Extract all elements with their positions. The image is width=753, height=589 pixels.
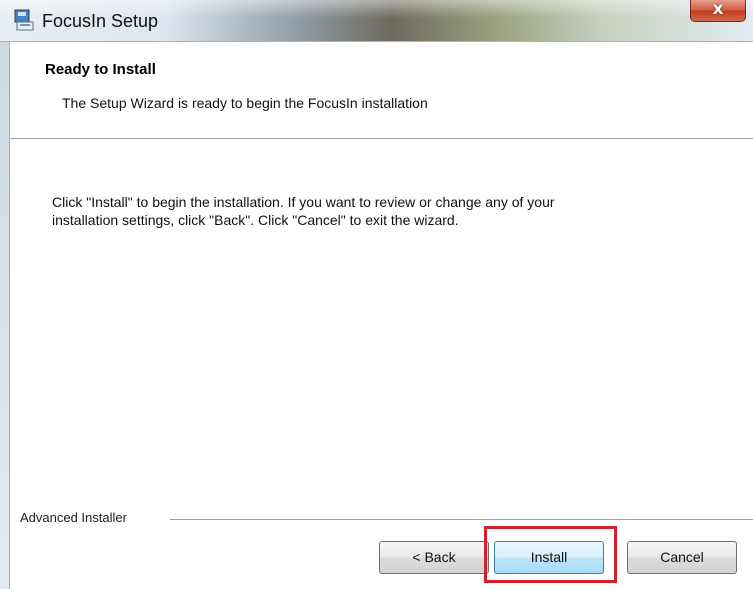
title-bar[interactable]: FocusIn Setup x xyxy=(0,0,753,42)
window-frame-left xyxy=(0,42,10,589)
close-button[interactable]: x xyxy=(690,0,746,22)
page-title: Ready to Install xyxy=(45,61,156,78)
separator-line xyxy=(170,519,753,520)
brand-label: Advanced Installer xyxy=(20,510,133,525)
install-button[interactable]: Install xyxy=(494,541,604,574)
wizard-body: Click "Install" to begin the installatio… xyxy=(10,139,753,534)
window-title: FocusIn Setup xyxy=(42,11,159,31)
installer-icon xyxy=(14,9,34,31)
instructions-line-1: Click "Install" to begin the installatio… xyxy=(52,194,555,210)
close-icon: x xyxy=(712,0,724,19)
page-subtitle: The Setup Wizard is ready to begin the F… xyxy=(62,95,428,111)
wizard-header: Ready to Install The Setup Wizard is rea… xyxy=(10,42,753,139)
back-button[interactable]: < Back xyxy=(379,541,489,574)
instructions-line-2: installation settings, click "Back". Cli… xyxy=(52,212,459,228)
instructions-text: Click "Install" to begin the installatio… xyxy=(52,193,712,229)
cancel-button[interactable]: Cancel xyxy=(627,541,737,574)
brand-separator: Advanced Installer xyxy=(10,508,753,528)
